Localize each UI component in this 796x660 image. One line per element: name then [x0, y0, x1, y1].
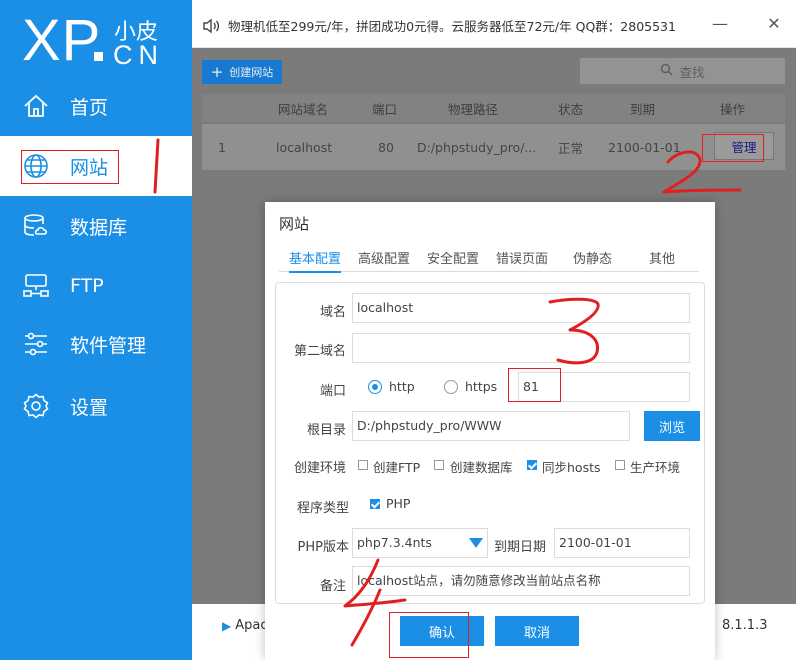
php-version-select[interactable]: php7.3.4nts: [352, 528, 488, 558]
tab-error-pages[interactable]: 错误页面: [496, 248, 548, 267]
website-settings-dialog: 网站 基本配置 高级配置 安全配置 错误页面 伪静态 其他 域名 localho…: [265, 202, 715, 660]
create-db-checkbox[interactable]: [434, 460, 444, 470]
note-label: 备注: [319, 579, 346, 594]
chevron-down-icon: [469, 538, 483, 548]
service-name: Apac: [235, 618, 268, 633]
dialog-tabs: 基本配置 高级配置 安全配置 错误页面 伪静态 其他: [279, 246, 699, 273]
column-header: 端口: [372, 101, 398, 117]
sidebar-item-label: 设置: [70, 396, 109, 419]
php-label: PHP: [386, 496, 411, 511]
sidebar-item-software[interactable]: 软件管理: [0, 314, 192, 374]
search-label: 查找: [679, 64, 705, 80]
production-checkbox[interactable]: [615, 460, 625, 470]
logo-dot: [94, 52, 103, 61]
php-version-value: php7.3.4nts: [357, 535, 432, 550]
program-type-label: 程序类型: [296, 501, 349, 516]
create-ftp-checkbox[interactable]: [358, 460, 368, 470]
root-dir-input[interactable]: D:/phpstudy_pro/WWW: [352, 411, 630, 441]
create-ftp-label: 创建FTP: [373, 460, 421, 475]
browse-button[interactable]: 浏览: [644, 411, 700, 441]
minimize-button[interactable]: —: [710, 14, 730, 34]
expire-date-label: 到期日期: [494, 540, 547, 555]
database-icon: [22, 212, 50, 240]
sliders-icon: [22, 330, 50, 358]
domain-input[interactable]: localhost: [352, 293, 690, 323]
cancel-button[interactable]: 取消: [495, 616, 579, 646]
annotation-box-manage: [702, 134, 764, 162]
sidebar-item-label: 数据库: [70, 216, 128, 239]
note-input[interactable]: localhost站点，请勿随意修改当前站点名称: [352, 566, 690, 596]
annotation-box-website: [21, 150, 119, 184]
https-radio[interactable]: [444, 380, 458, 394]
sidebar-item-home[interactable]: 首页: [0, 76, 192, 136]
sidebar-item-label: 首页: [70, 96, 109, 119]
sidebar-item-settings[interactable]: 设置: [0, 376, 192, 436]
create-website-button[interactable]: + 创建网站: [202, 60, 282, 84]
env-label: 创建环境: [293, 461, 346, 476]
sidebar: XP 小皮 CN 首页 网站 数据库 FTP 软件管理 设置: [0, 0, 192, 660]
table-header: 网站域名 端口 物理路径 状态 到期 操作: [202, 94, 785, 122]
sync-hosts-label: 同步hosts: [542, 460, 601, 475]
sidebar-item-label: 软件管理: [70, 334, 147, 357]
row-index: 1: [218, 139, 226, 155]
port-label: 端口: [319, 384, 346, 399]
row-path: D:/phpstudy_pro/...: [417, 139, 537, 155]
annotation-box-port: [508, 368, 561, 402]
play-icon: ▶: [222, 618, 232, 633]
notice-bar[interactable]: 物理机低至299元/年，拼团成功0元得。云服务器低至72元/年 QQ群：2805…: [202, 16, 676, 35]
column-header: 状态: [558, 101, 584, 117]
tab-basic[interactable]: 基本配置: [289, 248, 342, 273]
service-status: ▶ Apac: [222, 618, 268, 633]
annotation-box-confirm: [389, 612, 469, 658]
sidebar-item-ftp[interactable]: FTP: [0, 256, 192, 316]
search-icon: [660, 63, 674, 79]
plus-icon: +: [210, 63, 224, 81]
php-checkbox[interactable]: [370, 499, 380, 509]
tab-advanced[interactable]: 高级配置: [358, 248, 410, 267]
gear-icon: [22, 392, 50, 420]
notice-text: 物理机低至299元/年，拼团成功0元得。云服务器低至72元/年 QQ群：2805…: [228, 19, 676, 34]
sidebar-item-label: FTP: [70, 275, 104, 297]
dialog-title: 网站: [279, 215, 310, 233]
second-domain-input[interactable]: [352, 333, 690, 363]
row-domain: localhost: [276, 139, 333, 155]
second-domain-label: 第二域名: [293, 344, 346, 359]
speaker-icon: [203, 18, 220, 33]
production-label: 生产环境: [630, 460, 681, 475]
php-version-label: PHP版本: [297, 540, 349, 555]
domain-label: 域名: [319, 305, 346, 320]
table-row[interactable]: 1 localhost 80 D:/phpstudy_pro/... 正常 21…: [202, 124, 785, 170]
logo-mark: XP: [22, 8, 102, 73]
create-website-label: 创建网站: [229, 66, 274, 79]
top-bar: 物理机低至299元/年，拼团成功0元得。云服务器低至72元/年 QQ群：2805…: [192, 0, 796, 48]
home-icon: [22, 92, 50, 120]
create-db-label: 创建数据库: [450, 460, 513, 475]
http-label: http: [389, 379, 415, 394]
ftp-icon: [22, 272, 50, 300]
column-header: 物理路径: [448, 101, 499, 117]
tab-security[interactable]: 安全配置: [427, 248, 479, 267]
row-status: 正常: [558, 140, 584, 156]
logo-cn-bottom: CN: [113, 40, 164, 70]
basic-config-form: 域名 localhost 第二域名 端口 http https 81 根目录 D…: [275, 282, 705, 604]
version-label: 8.1.1.3: [722, 618, 768, 633]
http-radio[interactable]: [368, 380, 382, 394]
row-port: 80: [378, 139, 394, 155]
tab-rewrite[interactable]: 伪静态: [573, 248, 612, 267]
expire-date-input[interactable]: 2100-01-01: [554, 528, 690, 558]
tab-other[interactable]: 其他: [649, 248, 675, 267]
sidebar-item-database[interactable]: 数据库: [0, 196, 192, 256]
search-box[interactable]: 查找: [580, 58, 785, 84]
sync-hosts-checkbox[interactable]: [527, 460, 537, 470]
close-button[interactable]: ✕: [764, 14, 784, 34]
row-expire: 2100-01-01: [608, 139, 681, 155]
column-header: 到期: [630, 101, 656, 117]
root-dir-label: 根目录: [306, 423, 346, 438]
column-header: 网站域名: [278, 101, 329, 117]
column-header: 操作: [720, 101, 746, 117]
https-label: https: [465, 379, 498, 394]
